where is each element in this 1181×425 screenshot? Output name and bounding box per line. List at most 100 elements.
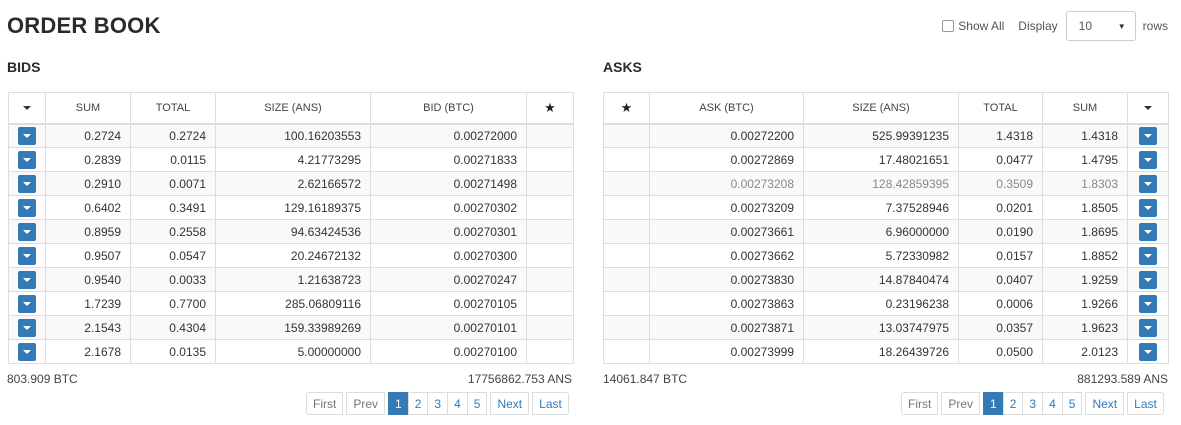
next-page-button[interactable]: Next: [1085, 392, 1125, 415]
show-all-label[interactable]: Show All: [958, 19, 1004, 33]
row-menu-button[interactable]: [1139, 198, 1157, 217]
caret-down-icon: [1144, 253, 1152, 258]
favorite-cell[interactable]: [526, 123, 574, 148]
asks-menu-header[interactable]: [1127, 92, 1169, 125]
favorite-cell[interactable]: [526, 267, 574, 292]
bid-total-cell: 0.0135: [130, 339, 216, 364]
bids-price-header[interactable]: BID (BTC): [370, 92, 527, 125]
bid-row[interactable]: 0.9507 0.0547 20.24672132 0.00270300: [8, 243, 574, 268]
favorite-cell[interactable]: [603, 171, 650, 196]
first-page-button[interactable]: First: [901, 392, 939, 415]
row-menu-button[interactable]: [1139, 222, 1157, 241]
favorite-cell[interactable]: [526, 243, 574, 268]
row-menu-button[interactable]: [1139, 294, 1157, 313]
row-menu-button[interactable]: [18, 270, 36, 289]
asks-size-header[interactable]: SIZE (ANS): [803, 92, 959, 125]
bid-row[interactable]: 0.2910 0.0071 2.62166572 0.00271498: [8, 171, 574, 196]
favorite-cell[interactable]: [603, 339, 650, 364]
bids-size-header[interactable]: SIZE (ANS): [215, 92, 371, 125]
first-page-button[interactable]: First: [306, 392, 344, 415]
ask-row[interactable]: 0.00273999 18.26439726 0.0500 2.0123: [603, 339, 1169, 364]
bid-sum-cell: 0.2910: [45, 171, 131, 196]
next-page-button[interactable]: Next: [490, 392, 530, 415]
page-2-button[interactable]: 2: [407, 392, 429, 415]
last-page-button[interactable]: Last: [532, 392, 569, 415]
row-menu-button[interactable]: [1139, 318, 1157, 337]
row-menu-button[interactable]: [18, 150, 36, 169]
caret-down-icon: [23, 181, 31, 186]
row-menu-button[interactable]: [1139, 270, 1157, 289]
favorite-cell[interactable]: [603, 195, 650, 220]
favorite-cell[interactable]: [526, 171, 574, 196]
ask-row[interactable]: 0.00272869 17.48021651 0.0477 1.4795: [603, 147, 1169, 172]
favorite-cell[interactable]: [526, 315, 574, 340]
page-5-button[interactable]: 5: [1061, 392, 1083, 415]
ask-row[interactable]: 0.00272200 525.99391235 1.4318 1.4318: [603, 123, 1169, 148]
bid-row[interactable]: 0.2839 0.0115 4.21773295 0.00271833: [8, 147, 574, 172]
bid-row[interactable]: 0.8959 0.2558 94.63424536 0.00270301: [8, 219, 574, 244]
bid-row[interactable]: 0.6402 0.3491 129.16189375 0.00270302: [8, 195, 574, 220]
ask-row[interactable]: 0.00273208 128.42859395 0.3509 1.8303: [603, 171, 1169, 196]
bid-row[interactable]: 1.7239 0.7700 285.06809116 0.00270105: [8, 291, 574, 316]
favorite-cell[interactable]: [526, 339, 574, 364]
row-menu-button[interactable]: [18, 198, 36, 217]
ask-row[interactable]: 0.00273661 6.96000000 0.0190 1.8695: [603, 219, 1169, 244]
row-menu-button[interactable]: [1139, 174, 1157, 193]
favorite-cell[interactable]: [526, 147, 574, 172]
ask-row[interactable]: 0.00273662 5.72330982 0.0157 1.8852: [603, 243, 1169, 268]
favorite-cell[interactable]: [526, 291, 574, 316]
page-3-button[interactable]: 3: [427, 392, 449, 415]
asks-sum-header[interactable]: SUM: [1042, 92, 1128, 125]
asks-total-header[interactable]: TOTAL: [958, 92, 1043, 125]
bid-price-cell: 0.00270100: [370, 339, 527, 364]
bids-menu-header[interactable]: [8, 92, 46, 125]
ask-row[interactable]: 0.00273871 13.03747975 0.0357 1.9623: [603, 315, 1169, 340]
prev-page-button[interactable]: Prev: [941, 392, 981, 415]
prev-page-button[interactable]: Prev: [346, 392, 386, 415]
favorite-cell[interactable]: [603, 123, 650, 148]
favorite-cell[interactable]: [603, 315, 650, 340]
row-menu-button[interactable]: [18, 222, 36, 241]
row-menu-button[interactable]: [1139, 246, 1157, 265]
ask-row[interactable]: 0.00273830 14.87840474 0.0407 1.9259: [603, 267, 1169, 292]
favorite-cell[interactable]: [603, 219, 650, 244]
asks-pagination: First Prev 1 2 3 4 5 Next Last: [901, 392, 1164, 415]
row-menu-button[interactable]: [18, 318, 36, 337]
row-menu-button[interactable]: [18, 294, 36, 313]
favorite-cell[interactable]: [603, 291, 650, 316]
rows-select[interactable]: 10 ▼: [1065, 11, 1136, 41]
row-menu-button[interactable]: [1139, 150, 1157, 169]
bids-sum-header[interactable]: SUM: [45, 92, 131, 125]
bids-favorite-header[interactable]: ★: [526, 92, 574, 125]
ask-row[interactable]: 0.00273209 7.37528946 0.0201 1.8505: [603, 195, 1169, 220]
asks-favorite-header[interactable]: ★: [603, 92, 650, 125]
row-menu-button[interactable]: [18, 342, 36, 361]
ask-row[interactable]: 0.00273863 0.23196238 0.0006 1.9266: [603, 291, 1169, 316]
row-menu-button[interactable]: [18, 174, 36, 193]
show-all-checkbox[interactable]: [942, 20, 955, 32]
favorite-cell[interactable]: [603, 267, 650, 292]
page-4-button[interactable]: 4: [1042, 392, 1063, 415]
bid-row[interactable]: 2.1678 0.0135 5.00000000 0.00270100: [8, 339, 574, 364]
bid-row[interactable]: 0.2724 0.2724 100.16203553 0.00272000: [8, 123, 574, 148]
favorite-cell[interactable]: [603, 147, 650, 172]
page-5-button[interactable]: 5: [466, 392, 488, 415]
page-2-button[interactable]: 2: [1002, 392, 1024, 415]
row-menu-cell: [1127, 267, 1169, 292]
bid-row[interactable]: 0.9540 0.0033 1.21638723 0.00270247: [8, 267, 574, 292]
favorite-cell[interactable]: [526, 219, 574, 244]
favorite-cell[interactable]: [526, 195, 574, 220]
page-4-button[interactable]: 4: [447, 392, 468, 415]
bid-row[interactable]: 2.1543 0.4304 159.33989269 0.00270101: [8, 315, 574, 340]
last-page-button[interactable]: Last: [1127, 392, 1164, 415]
page-1-button[interactable]: 1: [983, 392, 1004, 415]
page-3-button[interactable]: 3: [1022, 392, 1044, 415]
row-menu-button[interactable]: [1139, 126, 1157, 145]
asks-price-header[interactable]: ASK (BTC): [649, 92, 804, 125]
page-1-button[interactable]: 1: [388, 392, 409, 415]
row-menu-button[interactable]: [18, 126, 36, 145]
row-menu-button[interactable]: [18, 246, 36, 265]
favorite-cell[interactable]: [603, 243, 650, 268]
bids-total-header[interactable]: TOTAL: [130, 92, 216, 125]
row-menu-button[interactable]: [1139, 342, 1157, 361]
